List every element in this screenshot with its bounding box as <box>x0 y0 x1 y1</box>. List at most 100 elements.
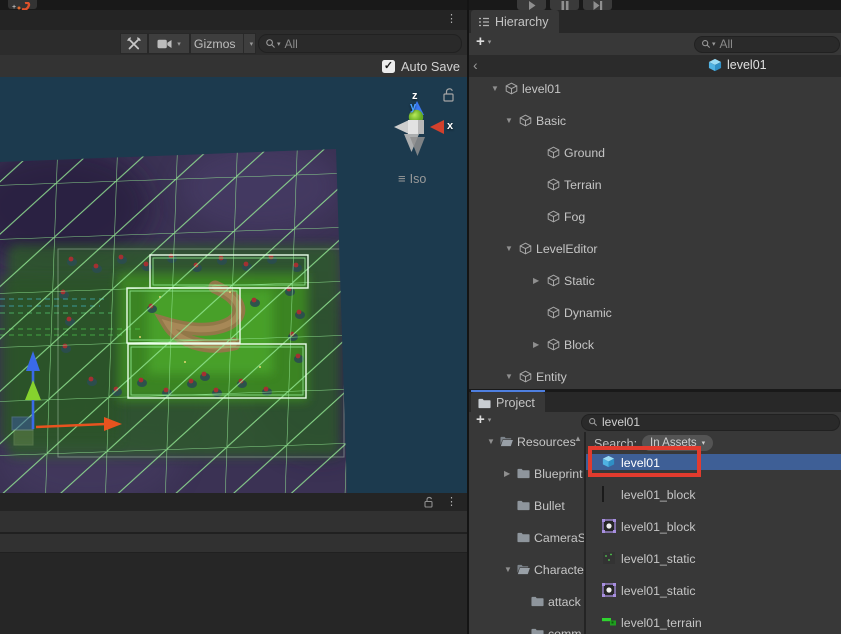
expand-open-icon[interactable]: ▼ <box>487 437 495 446</box>
panel-menu-button[interactable]: ⋮ <box>446 497 457 507</box>
expand-closed-icon[interactable]: ▶ <box>533 340 539 349</box>
scene-toolbar: ▾ Gizmos ▾ ▾ All <box>0 30 467 55</box>
back-arrow-button[interactable]: ‹ <box>473 57 478 73</box>
prefab-context-bar: ‹ level01 <box>469 55 841 78</box>
hierarchy-item-level01[interactable]: ▼ level01 <box>469 80 841 96</box>
expand-open-icon[interactable]: ▼ <box>504 565 512 574</box>
folder-item-attack[interactable]: attack <box>469 593 584 609</box>
main-toolbar: + <box>0 0 841 10</box>
context-prefab[interactable]: level01 <box>708 58 767 72</box>
expand-closed-icon[interactable]: ▶ <box>533 276 539 285</box>
project-create-button[interactable]: + ▾ <box>476 413 491 427</box>
hierarchy-item-terrain[interactable]: Terrain <box>469 176 841 192</box>
panel-lock-icon[interactable] <box>423 496 435 508</box>
hierarchy-item-basic[interactable]: ▼ Basic <box>469 112 841 128</box>
gameobject-cube-icon <box>519 242 532 255</box>
result-item-level01_block-1[interactable]: level01_block <box>586 486 841 502</box>
context-prefab-label: level01 <box>727 58 767 72</box>
gameobject-cube-icon <box>547 146 560 159</box>
tab-hierarchy[interactable]: Hierarchy <box>471 10 559 33</box>
folder-item-cameras[interactable]: CameraS <box>469 529 584 545</box>
texture-icon <box>602 486 604 502</box>
step-button[interactable] <box>583 0 612 10</box>
folder-item-characte[interactable]: ▼ Characte <box>469 561 584 577</box>
hierarchy-item-entity[interactable]: ▼ Entity <box>469 368 841 384</box>
expand-open-icon[interactable]: ▼ <box>505 244 513 253</box>
create-caret-icon: ▾ <box>488 38 492 46</box>
result-item-level01_terrain-5[interactable]: level01_terrain <box>586 614 841 630</box>
collab-badge-button[interactable]: + <box>8 0 37 9</box>
project-search-value: level01 <box>602 415 640 429</box>
project-toolbar: + ▾ level01 <box>469 412 841 433</box>
project-search-field[interactable]: level01 <box>581 414 840 431</box>
hierarchy-create-button[interactable]: + ▾ <box>476 35 491 49</box>
projection-mode-button[interactable]: ≡ Iso <box>398 171 426 186</box>
hierarchy-item-static[interactable]: ▶ Static <box>469 272 841 288</box>
folder-icon <box>531 596 544 607</box>
hierarchy-item-ground[interactable]: Ground <box>469 144 841 160</box>
pause-button[interactable] <box>550 0 579 10</box>
autosave-checkbox[interactable]: ✓ <box>382 60 395 73</box>
hierarchy-search-placeholder: All <box>720 37 733 51</box>
search-filter-caret: ▾ <box>277 40 281 48</box>
hierarchy-tab-row: Hierarchy <box>469 10 841 33</box>
folder-icon <box>517 468 530 479</box>
folder-item-bullet[interactable]: Bullet <box>469 497 584 513</box>
scene-tab-bar: ⋮ <box>0 10 467 31</box>
axis-y-label[interactable]: y <box>410 101 416 113</box>
project-folder-icon <box>478 398 491 409</box>
folder-open-icon <box>500 436 513 447</box>
gizmos-button[interactable]: Gizmos ▾ <box>190 33 256 54</box>
scene-tools-button[interactable] <box>120 33 148 54</box>
tab-project[interactable]: Project <box>471 392 545 413</box>
folder-item-comm[interactable]: comm <box>469 625 584 634</box>
hierarchy-item-block[interactable]: ▶ Block <box>469 336 841 352</box>
hierarchy-search-field[interactable]: ▾ All <box>694 36 840 53</box>
bottom-panel-header: ⋮ <box>0 493 467 511</box>
camera-icon <box>157 39 173 49</box>
gameobject-cube-icon <box>547 274 560 287</box>
gameobject-cube-icon <box>547 210 560 223</box>
step-icon <box>593 1 603 10</box>
results-list: level01 level01_block level01_block leve… <box>586 454 841 614</box>
expand-open-icon[interactable]: ▼ <box>491 84 499 93</box>
gameobject-cube-icon <box>519 114 532 127</box>
camera-dropdown-caret: ▾ <box>177 40 181 48</box>
scene-camera-button[interactable]: ▾ <box>148 33 190 54</box>
scene-search-placeholder: All <box>285 37 298 51</box>
pause-icon <box>560 1 569 10</box>
folder-icon <box>517 500 530 511</box>
project-tab-label: Project <box>496 396 535 410</box>
scene-tab-menu-button[interactable]: ⋮ <box>446 14 457 24</box>
hierarchy-icon <box>478 16 490 28</box>
scope-caret-icon: ▾ <box>702 439 706 447</box>
play-button[interactable] <box>517 0 546 10</box>
result-item-level01_static-4[interactable]: level01_static <box>586 582 841 598</box>
bottom-panel-body <box>0 553 467 634</box>
gameobject-cube-icon <box>519 370 532 383</box>
result-item-level01_block-2[interactable]: level01_block <box>586 518 841 534</box>
scroll-up-arrow[interactable]: ▲ <box>574 434 582 443</box>
hierarchy-item-leveleditor[interactable]: ▼ LevelEditor <box>469 240 841 256</box>
folder-item-resources[interactable]: ▼ Resources <box>469 433 584 449</box>
folder-open-icon <box>517 564 530 575</box>
gizmos-dropdown-caret[interactable]: ▾ <box>243 34 260 53</box>
expand-open-icon[interactable]: ▼ <box>505 372 513 381</box>
play-icon <box>527 1 536 10</box>
bottom-panel-row-1 <box>0 511 467 534</box>
folder-item-blueprint[interactable]: ▶ Blueprint <box>469 465 584 481</box>
hierarchy-item-dynamic[interactable]: Dynamic <box>469 304 841 320</box>
folder-icon <box>531 628 544 634</box>
axis-x-label[interactable]: x <box>447 120 453 132</box>
bottom-panel-row-2 <box>0 534 467 553</box>
search-filter-caret: ▾ <box>712 40 716 48</box>
expand-closed-icon[interactable]: ▶ <box>504 469 510 478</box>
scene-viewport[interactable]: z y x ≡ Iso <box>0 77 467 493</box>
create-caret-icon: ▾ <box>488 416 492 424</box>
hierarchy-item-fog[interactable]: Fog <box>469 208 841 224</box>
result-item-level01_static-3[interactable]: level01_static <box>586 550 841 566</box>
folder-icon <box>517 532 530 543</box>
scene-search-field[interactable]: ▾ All <box>258 34 462 53</box>
hierarchy-tree: ▼ level01 ▼ Basic Ground Terrain Fog ▼ L… <box>469 77 841 389</box>
expand-open-icon[interactable]: ▼ <box>505 116 513 125</box>
